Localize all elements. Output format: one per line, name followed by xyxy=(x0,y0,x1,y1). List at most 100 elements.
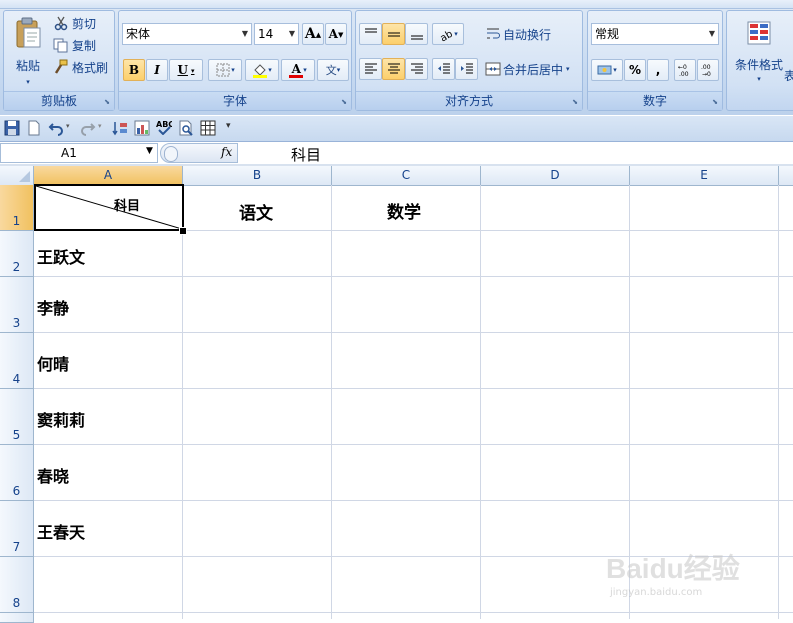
cell-a5-text[interactable]: 窦莉莉 xyxy=(37,407,85,431)
font-size-combo[interactable]: 14 ▼ xyxy=(254,23,299,45)
format-painter-button[interactable]: 格式刷 xyxy=(52,57,114,77)
format-as-table-label[interactable]: 表 xyxy=(784,67,793,84)
decrease-decimal-button[interactable]: .00 →0 xyxy=(697,59,719,81)
paste-dropdown-icon[interactable]: ▾ xyxy=(26,78,30,86)
row-header-3[interactable]: 3 xyxy=(0,277,34,333)
formula-content[interactable]: 科目 xyxy=(291,144,321,165)
row-header-8[interactable]: 8 xyxy=(0,557,34,613)
column-header-a[interactable]: A xyxy=(34,166,183,185)
row-header-4[interactable]: 4 xyxy=(0,333,34,389)
number-format-combo[interactable]: 常规 ▼ xyxy=(591,23,719,45)
fill-handle[interactable] xyxy=(179,227,187,235)
chevron-down-icon[interactable]: ▾ xyxy=(566,65,570,73)
sort-icon[interactable] xyxy=(112,120,128,139)
alignment-group-title: 对齐方式 xyxy=(444,94,493,108)
chevron-down-icon[interactable]: ▾ xyxy=(613,66,617,74)
phonetic-button[interactable]: 文 ▾ xyxy=(317,59,349,81)
chevron-down-icon[interactable]: ▾ xyxy=(191,66,195,75)
conditional-format-button[interactable]: 条件格式 ▾ xyxy=(729,13,789,89)
percent-style-button[interactable]: % xyxy=(624,59,646,81)
copy-label: 复制 xyxy=(72,38,97,53)
font-group: 宋体 ▼ 14 ▼ A ▲ A ▼ B I U ▾ ▾ ▾ A ▾ 文 ▾ 字体 ⬊ xyxy=(118,10,352,111)
conditional-format-icon xyxy=(745,20,773,48)
align-left-button[interactable] xyxy=(359,58,382,80)
dialog-launcher-icon[interactable]: ⬊ xyxy=(711,98,719,106)
comma-style-button[interactable]: , xyxy=(647,59,669,81)
chevron-down-icon[interactable]: ▼ xyxy=(289,24,295,44)
select-all-corner[interactable] xyxy=(0,166,34,185)
expand-formula-bar-handle[interactable] xyxy=(164,146,178,162)
chevron-down-icon[interactable]: ▾ xyxy=(337,66,341,74)
accounting-format-button[interactable]: ▾ xyxy=(591,59,623,81)
shrink-font-button[interactable]: A ▼ xyxy=(325,23,347,45)
name-box[interactable]: A1 ▼ xyxy=(0,143,158,163)
row-header-6[interactable]: 6 xyxy=(0,445,34,501)
align-right-button[interactable] xyxy=(405,58,428,80)
row-header-9[interactable] xyxy=(0,613,34,623)
cut-button[interactable]: 剪切 xyxy=(52,13,112,33)
chevron-down-icon[interactable]: ▼ xyxy=(146,146,153,156)
increase-decimal-button[interactable]: ←0.00 xyxy=(674,59,696,81)
fill-color-button[interactable]: ▾ xyxy=(245,59,279,81)
chevron-down-icon[interactable]: ▾ xyxy=(231,66,235,74)
column-header-b[interactable]: B xyxy=(183,166,332,185)
decrease-indent-button[interactable] xyxy=(432,58,455,80)
spelling-icon[interactable]: ABC xyxy=(156,119,174,138)
cell-a7-text[interactable]: 王春天 xyxy=(37,519,85,543)
row-header-1[interactable]: 1 xyxy=(0,185,34,231)
print-preview-icon[interactable] xyxy=(178,120,194,139)
cell-c1-text[interactable]: 数学 xyxy=(387,198,421,223)
row-header-2[interactable]: 2 xyxy=(0,231,34,277)
grow-font-button[interactable]: A ▲ xyxy=(302,23,324,45)
chevron-down-icon[interactable]: ▾ xyxy=(757,75,761,83)
row-header-5[interactable]: 5 xyxy=(0,389,34,445)
borders-button[interactable]: ▾ xyxy=(208,59,242,81)
chevron-down-icon[interactable]: ▾ xyxy=(98,122,102,130)
chevron-down-icon[interactable]: ▼ xyxy=(242,24,248,44)
dialog-launcher-icon[interactable]: ⬊ xyxy=(103,98,111,106)
underline-button[interactable]: U ▾ xyxy=(169,59,203,81)
italic-button[interactable]: I xyxy=(146,59,168,81)
new-document-icon[interactable] xyxy=(26,120,42,139)
column-header-c[interactable]: C xyxy=(332,166,481,185)
chevron-down-icon[interactable]: ▾ xyxy=(268,66,272,74)
font-name-combo[interactable]: 宋体 ▼ xyxy=(122,23,252,45)
borders-grid-icon[interactable] xyxy=(200,120,216,139)
wrap-text-button[interactable]: 自动换行 xyxy=(484,23,564,45)
redo-icon[interactable] xyxy=(80,120,96,139)
column-header-d[interactable]: D xyxy=(481,166,630,185)
increase-indent-button[interactable] xyxy=(455,58,478,80)
copy-button[interactable]: 复制 xyxy=(52,35,112,55)
row-header-7[interactable]: 7 xyxy=(0,501,34,557)
align-top-button[interactable] xyxy=(359,23,382,45)
name-box-value: A1 xyxy=(61,146,77,160)
customize-qat-icon[interactable]: ▾ xyxy=(226,121,231,131)
chevron-down-icon[interactable]: ▾ xyxy=(66,122,70,130)
column-header-e[interactable]: E xyxy=(630,166,779,185)
merge-center-button[interactable]: 合并后居中 ▾ xyxy=(484,58,582,80)
cell-a3-text[interactable]: 李静 xyxy=(37,295,69,319)
chevron-down-icon[interactable]: ▾ xyxy=(454,30,458,38)
chevron-down-icon[interactable]: ▾ xyxy=(303,66,307,74)
dialog-launcher-icon[interactable]: ⬊ xyxy=(571,98,579,106)
cell-a4-text[interactable]: 何晴 xyxy=(37,351,69,375)
cell-a6-text[interactable]: 春晓 xyxy=(37,463,69,487)
insert-function-button[interactable]: fx xyxy=(221,145,232,159)
undo-icon[interactable] xyxy=(48,120,64,139)
chevron-down-icon[interactable]: ▼ xyxy=(709,24,715,44)
bold-button[interactable]: B xyxy=(123,59,145,81)
dialog-launcher-icon[interactable]: ⬊ xyxy=(340,98,348,106)
paste-button[interactable]: 粘贴 ▾ xyxy=(8,13,48,89)
alignment-group-label: 对齐方式 ⬊ xyxy=(356,91,582,110)
cell-a1[interactable]: 科目 xyxy=(34,184,184,231)
chart-icon[interactable] xyxy=(134,120,150,139)
save-icon[interactable] xyxy=(4,120,20,139)
orientation-button[interactable]: ab ▾ xyxy=(432,23,464,45)
cell-a2-text[interactable]: 王跃文 xyxy=(37,244,85,268)
align-center-button[interactable] xyxy=(382,58,405,80)
align-middle-button[interactable] xyxy=(382,23,405,45)
font-color-button[interactable]: A ▾ xyxy=(281,59,315,81)
align-bottom-button[interactable] xyxy=(405,23,428,45)
cell-b1-text[interactable]: 语文 xyxy=(239,199,273,224)
column-header-f[interactable] xyxy=(779,166,793,185)
